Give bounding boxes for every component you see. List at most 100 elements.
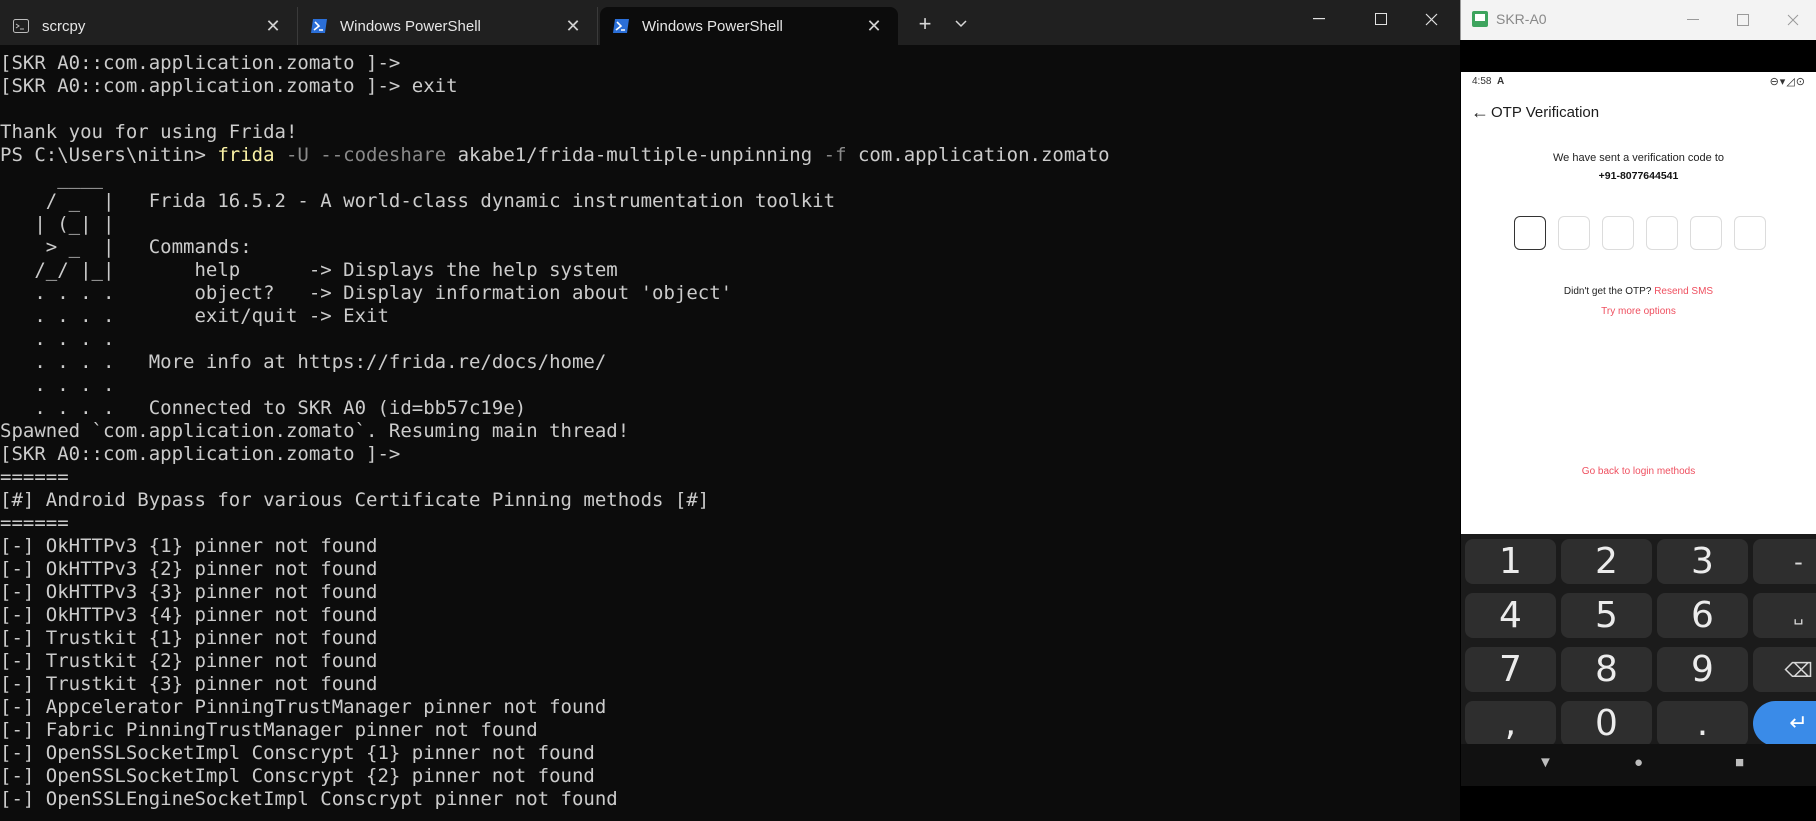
- didnt-get-otp: Didn't get the OTP? Resend SMS: [1461, 286, 1816, 297]
- terminal-maximize[interactable]: [1352, 0, 1410, 38]
- close-icon[interactable]: ✕: [864, 16, 884, 37]
- scrcpy-title: SKR-A0: [1496, 11, 1547, 27]
- scrcpy-app-icon: [1472, 11, 1488, 27]
- recents-nav-icon[interactable]: ■: [1735, 754, 1744, 771]
- key-3[interactable]: 3: [1657, 539, 1748, 584]
- otp-box[interactable]: [1734, 216, 1766, 250]
- console-line: [#] Android Bypass for various Certifica…: [0, 489, 710, 511]
- space-key-icon[interactable]: ␣: [1753, 593, 1816, 638]
- otp-header: ← OTP Verification: [1461, 94, 1816, 132]
- close-icon[interactable]: ✕: [563, 16, 583, 37]
- otp-box[interactable]: [1646, 216, 1678, 250]
- scrcpy-minimize-button[interactable]: [1673, 6, 1713, 34]
- otp-box[interactable]: [1558, 216, 1590, 250]
- try-more-options-link[interactable]: Try more options: [1461, 306, 1816, 317]
- key-dash[interactable]: -: [1753, 539, 1816, 584]
- status-bar: 4:58 A ⊖▾◿⊙: [1461, 72, 1816, 92]
- phone-screen[interactable]: 4:58 A ⊖▾◿⊙ ← OTP Verification We have s…: [1461, 72, 1816, 534]
- console-line: [-] OkHTTPv3 {2} pinner not found: [0, 558, 378, 580]
- key-5[interactable]: 5: [1561, 593, 1652, 638]
- console-line: > _ | Commands:: [0, 236, 252, 258]
- close-icon[interactable]: ✕: [263, 16, 283, 37]
- tab-label: scrcpy: [42, 17, 86, 35]
- terminal-window: scrcpy ✕ Windows PowerShell ✕ Windows Po…: [0, 0, 1460, 821]
- command-prompt: PS C:\Users\nitin>: [0, 144, 218, 166]
- terminal-close-button[interactable]: [1402, 0, 1460, 38]
- command-flag1: -U --codeshare: [274, 144, 458, 166]
- otp-input-group[interactable]: [1514, 216, 1774, 252]
- status-icons: ⊖▾◿⊙: [1769, 76, 1806, 88]
- maximize-icon: [1737, 14, 1749, 26]
- new-tab-button[interactable]: +: [910, 9, 940, 39]
- console-line: ======: [0, 466, 69, 488]
- console-line: . . . . object? -> Display information a…: [0, 282, 733, 304]
- tab-powershell-1[interactable]: Windows PowerShell ✕: [298, 7, 598, 45]
- close-icon: [1787, 14, 1799, 26]
- back-nav-icon[interactable]: ▼: [1538, 754, 1553, 771]
- key-8[interactable]: 8: [1561, 647, 1652, 692]
- powershell-icon: [310, 17, 328, 35]
- key-9[interactable]: 9: [1657, 647, 1748, 692]
- scrcpy-window: SKR-A0 4:58 A ⊖▾◿⊙ ← OTP Verification We…: [1460, 0, 1816, 821]
- key-0[interactable]: 0: [1561, 701, 1652, 746]
- console-line: Spawned `com.application.zomato`. Resumi…: [0, 420, 630, 442]
- key-2[interactable]: 2: [1561, 539, 1652, 584]
- phone-number: +91-8077644541: [1598, 170, 1679, 182]
- console-line: [-] Appcelerator PinningTrustManager pin…: [0, 696, 607, 718]
- otp-box[interactable]: [1602, 216, 1634, 250]
- key-4[interactable]: 4: [1465, 593, 1556, 638]
- console-line: / _ | Frida 16.5.2 - A world-class dynam…: [0, 190, 836, 212]
- scrcpy-title-bar: SKR-A0: [1460, 0, 1816, 40]
- resend-sms-link[interactable]: Resend SMS: [1654, 286, 1713, 297]
- key-comma[interactable]: ,: [1465, 701, 1556, 746]
- tab-dropdown-button[interactable]: [946, 9, 976, 39]
- tab-powershell-2[interactable]: Windows PowerShell ✕: [600, 7, 898, 45]
- console-line: [-] Trustkit {1} pinner not found: [0, 627, 378, 649]
- command-arg1: akabe1/frida-multiple-unpinning: [457, 144, 813, 166]
- console-output[interactable]: [SKR A0::com.application.zomato ]-> [SKR …: [0, 52, 1460, 821]
- chevron-down-icon: [955, 20, 967, 28]
- key-6[interactable]: 6: [1657, 593, 1748, 638]
- otp-box[interactable]: [1514, 216, 1546, 250]
- command-arg2: com.application.zomato: [857, 144, 1110, 166]
- key-period[interactable]: .: [1657, 701, 1748, 746]
- key-7[interactable]: 7: [1465, 647, 1556, 692]
- powershell-icon: [612, 17, 630, 35]
- console-line: [-] Fabric PinningTrustManager pinner no…: [0, 719, 538, 741]
- didnt-get-label: Didn't get the OTP?: [1563, 286, 1652, 297]
- console-line: PS C:\Users\nitin> frida -U --codeshare …: [0, 144, 1460, 167]
- console-line: [-] OpenSSLSocketImpl Conscrypt {1} pinn…: [0, 742, 595, 764]
- console-line: . . . .: [0, 328, 115, 350]
- backspace-icon[interactable]: ⌫: [1753, 647, 1816, 692]
- numeric-keyboard: 1 2 3 - 4 5 6 ␣ 7 8 9 ⌫ , 0 . ↵: [1461, 534, 1816, 746]
- status-time: 4:58 A: [1472, 76, 1505, 87]
- go-back-login-link[interactable]: Go back to login methods: [1461, 466, 1816, 477]
- console-line: [SKR A0::com.application.zomato ]->: [0, 443, 401, 465]
- home-nav-icon[interactable]: ●: [1634, 754, 1643, 771]
- sent-code-text: We have sent a verification code to: [1552, 152, 1724, 164]
- console-line: [-] OkHTTPv3 {1} pinner not found: [0, 535, 378, 557]
- console-line: [-] OkHTTPv3 {4} pinner not found: [0, 604, 378, 626]
- minimize-icon: [1313, 18, 1325, 20]
- console-line: [-] OpenSSLSocketImpl Conscrypt {2} pinn…: [0, 765, 595, 787]
- console-line: [-] OpenSSLEngineSocketImpl Conscrypt pi…: [0, 788, 618, 810]
- android-nav-bar: ▼ ● ■: [1461, 744, 1816, 786]
- enter-icon[interactable]: ↵: [1753, 701, 1816, 746]
- terminal-icon: [12, 17, 30, 35]
- console-line: | (_| |: [0, 213, 115, 235]
- console-line: Thank you for using Frida!: [0, 121, 298, 143]
- tab-bar: scrcpy ✕ Windows PowerShell ✕ Windows Po…: [0, 0, 1460, 45]
- maximize-icon: [1375, 13, 1387, 25]
- key-1[interactable]: 1: [1465, 539, 1556, 584]
- terminal-minimize[interactable]: [1290, 0, 1348, 38]
- console-line: /_/ |_| help -> Displays the help system: [0, 259, 618, 281]
- tab-scrcpy[interactable]: scrcpy ✕: [0, 7, 298, 45]
- otp-box[interactable]: [1690, 216, 1722, 250]
- scrcpy-maximize-button[interactable]: [1723, 6, 1763, 34]
- back-arrow-icon[interactable]: ←: [1471, 102, 1489, 123]
- console-line: [SKR A0::com.application.zomato ]-> exit: [0, 75, 458, 97]
- scrcpy-close-button[interactable]: [1773, 6, 1813, 34]
- console-line: . . . . Connected to SKR A0 (id=bb57c19e…: [0, 397, 527, 419]
- console-line: ____: [0, 167, 103, 189]
